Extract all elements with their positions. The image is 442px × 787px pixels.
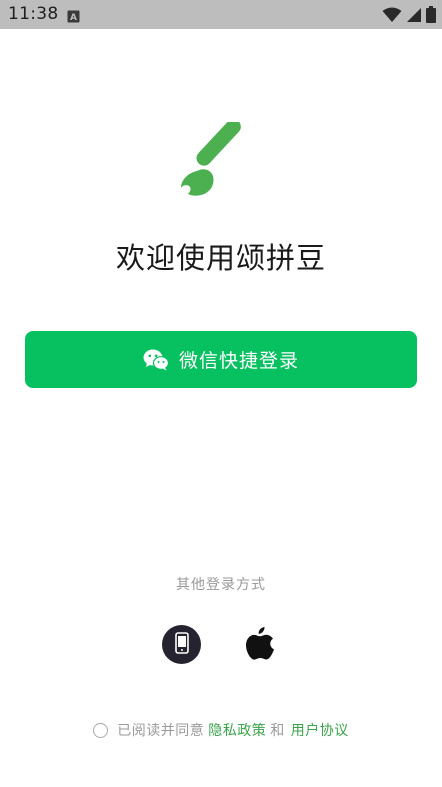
- other-login-label: 其他登录方式: [176, 577, 266, 593]
- phone-login-button[interactable]: [162, 625, 201, 664]
- privacy-policy-link[interactable]: 隐私政策: [208, 720, 266, 740]
- wifi-icon: [382, 7, 402, 27]
- apple-login-button[interactable]: [242, 624, 278, 664]
- wechat-login-label: 微信快捷登录: [178, 350, 299, 372]
- status-bar: 11:38 A: [0, 0, 442, 29]
- phone-icon: [174, 631, 189, 658]
- notification-a-icon: A: [67, 8, 80, 27]
- user-agreement-link[interactable]: 用户协议: [291, 720, 349, 740]
- agreement-prefix: 已阅读并同意: [117, 723, 205, 739]
- login-screen: 11:38 A 欢迎使用颂拼豆 微信快捷登录 其他登录方式 已阅读并同意 隐私政…: [0, 0, 442, 787]
- status-time: 11:38: [8, 4, 59, 24]
- status-icons: [382, 6, 436, 27]
- battery-icon: [426, 6, 436, 27]
- wechat-login-button[interactable]: 微信快捷登录: [25, 331, 417, 388]
- signal-icon: [406, 7, 422, 27]
- paintbrush-icon: [178, 119, 262, 202]
- svg-text:A: A: [70, 13, 77, 23]
- wechat-icon: [143, 349, 170, 371]
- apple-icon: [242, 627, 278, 668]
- agreement-row: 已阅读并同意 隐私政策 和 用户协议: [0, 720, 442, 740]
- agree-radio[interactable]: [93, 722, 109, 738]
- welcome-title: 欢迎使用颂拼豆: [115, 241, 326, 275]
- agreement-conjunction: 和: [270, 723, 285, 739]
